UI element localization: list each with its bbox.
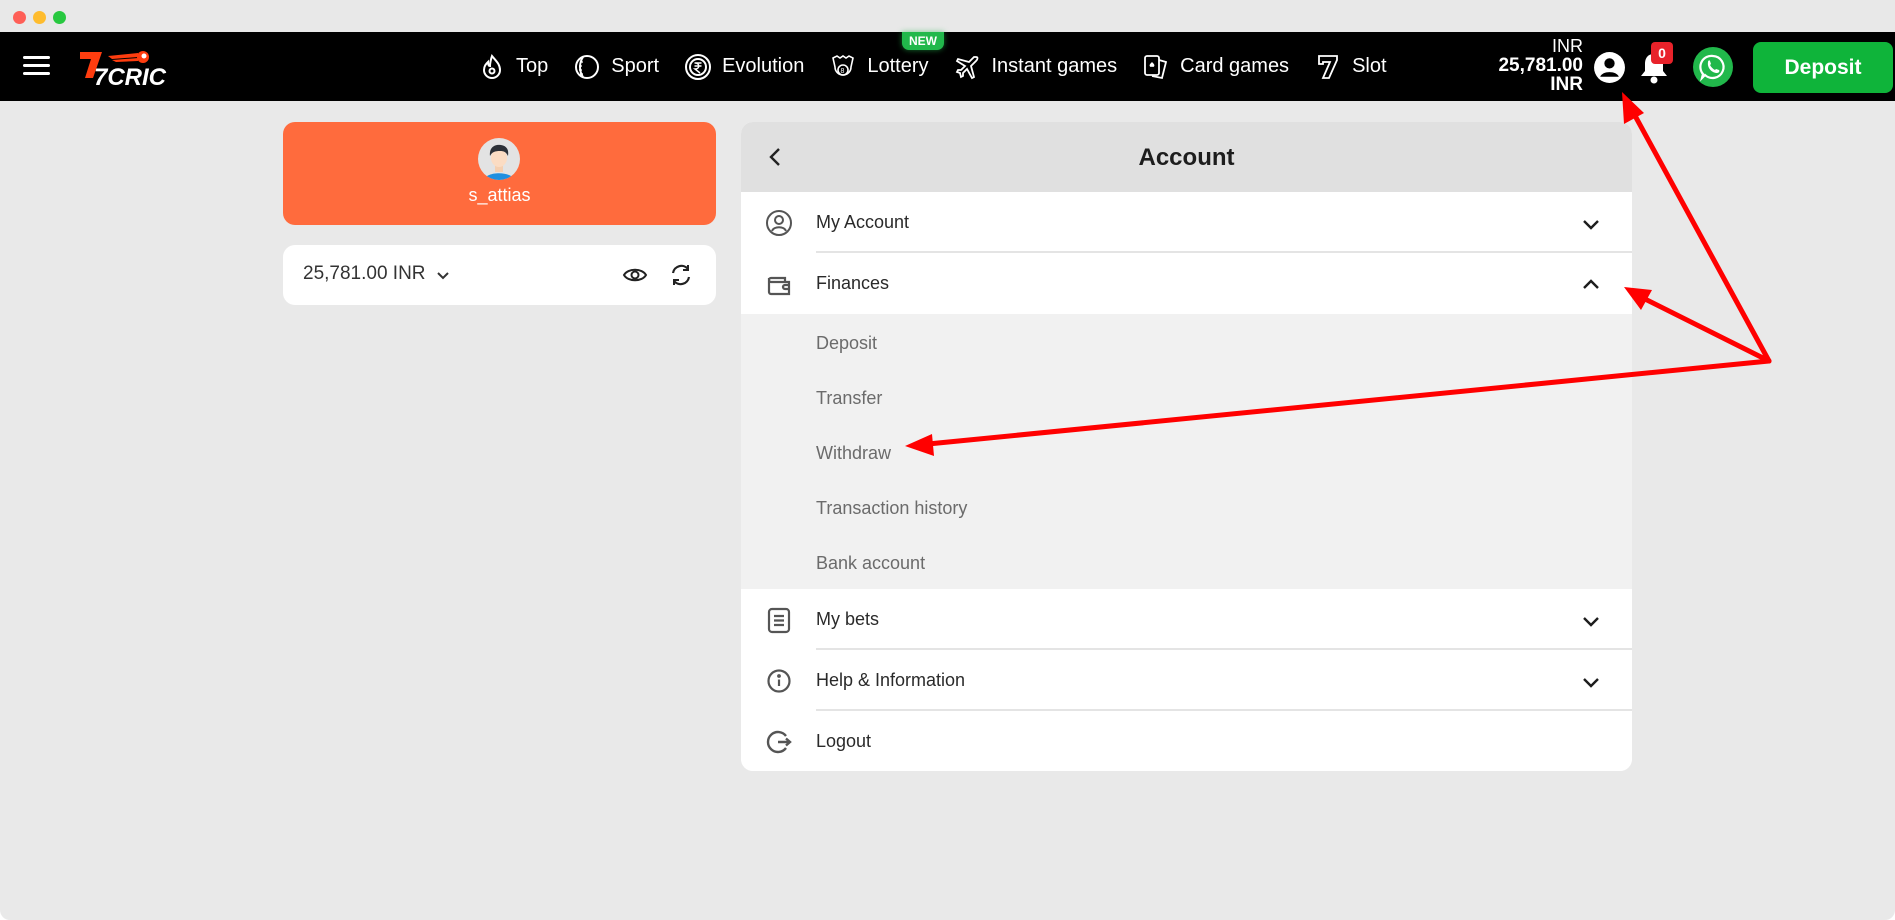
menu-row-label: Logout [816,731,872,751]
chevron-down-icon [1583,220,1599,230]
nav-label: Lottery [867,55,929,77]
logo-text: 7CRIC [94,64,167,88]
maximize-window-button[interactable] [53,11,66,24]
site-logo[interactable]: 7CRIC [78,48,188,88]
nav-item-evolution[interactable]: Evolution [684,32,804,101]
playing-cards-icon [1144,54,1168,79]
nav-label: Evolution [722,55,805,77]
browser-window: 7CRIC Top Sport Evolution 8 Lottery Inst… [0,0,1895,920]
nav-label: Instant games [991,55,1118,77]
new-badge: NEW [902,32,944,50]
nav-label: Sport [611,55,660,77]
eye-icon[interactable] [622,262,648,288]
chevron-down-icon [1583,678,1599,688]
nav-item-card-games[interactable]: Card games [1142,32,1289,101]
balance-amount: 25,781.00 INR [303,263,426,284]
airplane-icon [955,55,978,79]
menu-row-label: Finances [816,273,890,293]
menu-row-label: My Account [816,212,910,232]
header-balance-currency-bottom: INR [1550,74,1583,95]
close-window-button[interactable] [13,11,26,24]
chevron-down-icon[interactable] [434,267,452,285]
wallet-icon [767,276,791,296]
menu-row-my-account[interactable]: My Account [741,192,1632,253]
menu-row-label: My bets [816,609,880,629]
nav-label: Top [516,55,549,77]
nav-label: Slot [1352,55,1387,77]
cricket-ball-icon [575,54,600,79]
nav-item-instant-games[interactable]: Instant games [954,32,1118,101]
submenu-item-transaction-history[interactable]: Transaction history [816,498,967,519]
refresh-icon[interactable] [668,262,694,288]
profile-card[interactable]: s_attias [283,122,716,225]
nav-menu: Top Sport Evolution 8 Lottery Instant ga… [478,32,1412,101]
nav-item-top[interactable]: Top [478,32,548,101]
svg-text:8: 8 [841,68,845,75]
flame-icon [482,53,502,79]
whatsapp-button[interactable] [1693,47,1733,87]
username: s_attias [468,185,531,205]
top-navbar: 7CRIC Top Sport Evolution 8 Lottery Inst… [0,32,1895,101]
submenu-item-bank-account[interactable]: Bank account [816,553,925,574]
menu-row-help-information[interactable]: Help & Information [741,650,1632,711]
logout-icon [766,730,792,754]
header-balance-currency: INR [1552,36,1583,56]
nav-label: Card games [1180,55,1290,77]
nav-item-slot[interactable]: Slot [1314,32,1387,101]
account-panel: Account My Account Finances Deposit Tran… [741,122,1632,771]
lottery-ball-icon: 8 [832,54,855,76]
submenu-item-transfer[interactable]: Transfer [816,388,882,409]
submenu-item-deposit[interactable]: Deposit [816,333,877,354]
balance-card: 25,781.00 INR [283,245,716,305]
chevron-down-icon [1583,617,1599,627]
chevron-up-icon [1583,279,1599,289]
menu-row-logout[interactable]: Logout [741,711,1632,771]
title-bar [0,0,1895,32]
menu-row-finances[interactable]: Finances [741,253,1632,314]
hamburger-icon[interactable] [23,56,50,76]
page-title: Account [1138,144,1235,171]
header-balance-amount: 25,781.00 [1498,55,1583,76]
menu-row-label: Help & Information [816,670,966,690]
seven-icon [1318,54,1338,79]
rupee-chip-icon [685,53,712,80]
submenu-item-withdraw[interactable]: Withdraw [816,443,891,464]
whatsapp-icon [1699,54,1725,82]
header-balance: INR 25,781.00 INR [1498,36,1583,95]
arrow-to-finances-chevron [1640,295,1772,364]
info-icon [767,669,791,693]
user-circle-icon [766,210,792,236]
deposit-button[interactable]: Deposit [1753,42,1893,93]
account-panel-header: Account [741,122,1632,192]
menu-row-my-bets[interactable]: My bets [741,589,1632,650]
notification-count-badge: 0 [1651,42,1673,64]
document-list-icon [767,607,791,634]
avatar [478,138,520,180]
nav-item-sport[interactable]: Sport [573,32,659,101]
finances-submenu: Deposit Transfer Withdraw Transaction hi… [741,314,1632,589]
arrow-to-user-icon [1630,109,1772,364]
user-account-icon[interactable] [1593,51,1626,84]
minimize-window-button[interactable] [33,11,46,24]
